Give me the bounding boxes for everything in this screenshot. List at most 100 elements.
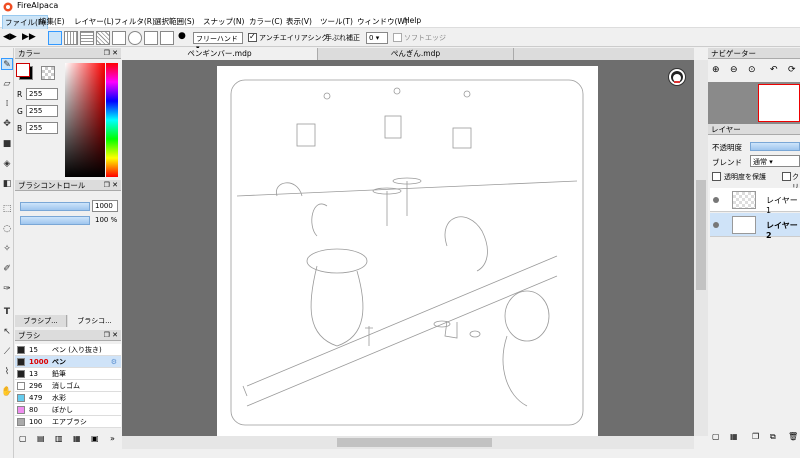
hand-tool-icon[interactable]: ✋ xyxy=(1,386,13,398)
soft-edge-checkbox[interactable] xyxy=(393,33,402,42)
green-value-input[interactable]: 255 xyxy=(26,105,58,117)
layer-opacity-slider[interactable] xyxy=(750,142,800,151)
pattern-square-button[interactable] xyxy=(160,31,174,45)
tab-penguin-bar[interactable]: ペンギンバー.mdp xyxy=(122,48,318,60)
lasso-tool-icon[interactable]: ◌ xyxy=(1,223,13,235)
clipping-checkbox[interactable] xyxy=(782,172,791,181)
operation-tool-icon[interactable]: ↖ xyxy=(1,326,13,338)
red-value-input[interactable]: 255 xyxy=(26,88,58,100)
select-pen-tool-icon[interactable]: ✐ xyxy=(1,263,13,275)
pattern-curve-button[interactable] xyxy=(112,31,126,45)
navigator-viewport-frame[interactable] xyxy=(758,84,800,122)
magic-wand-tool-icon[interactable]: ✧ xyxy=(1,243,13,255)
panel-float-close-icon[interactable]: ❐ ✕ xyxy=(104,330,118,341)
menu-item-2[interactable]: レイヤー(L) xyxy=(72,15,116,28)
menu-item-5[interactable]: スナップ(N) xyxy=(201,15,246,28)
blue-value-input[interactable]: 255 xyxy=(26,122,58,134)
brush-size-slider[interactable] xyxy=(20,202,90,211)
rotate-left-icon[interactable]: ↶ xyxy=(770,65,778,75)
eraser-tool-icon[interactable]: ▱ xyxy=(1,78,13,90)
panel-float-close-icon[interactable]: ❐ ✕ xyxy=(104,180,118,191)
zoom-fit-icon[interactable]: ⊙ xyxy=(748,65,756,75)
select-eraser-tool-icon[interactable]: ✑ xyxy=(1,283,13,295)
navigator-preview[interactable] xyxy=(708,82,800,124)
brush-settings-icon[interactable]: ⚙ xyxy=(111,356,117,368)
menu-item-4[interactable]: 選択範囲(S) xyxy=(152,15,197,28)
pattern-hatch-button[interactable] xyxy=(64,31,78,45)
pattern-diagonal-button[interactable] xyxy=(96,31,110,45)
stabilizer-select[interactable]: 0 ▾ xyxy=(366,32,388,44)
menu-item-10[interactable]: Help xyxy=(402,15,423,26)
toolbox: ✎ ▱ ⁞ ✥ ■ ◈ ◧ ⬚ ◌ ✧ ✐ ✑ T ↖ ⟋ ⌇ ✋ xyxy=(0,48,14,458)
horizontal-scroll-thumb[interactable] xyxy=(337,438,492,447)
new-layer-icon[interactable]: ▢ xyxy=(712,432,720,441)
brush-list-item[interactable]: 296 消しゴム xyxy=(15,380,121,392)
merge-layer-icon[interactable]: ⧉ xyxy=(770,432,776,442)
pattern-none-button[interactable] xyxy=(48,31,62,45)
antialias-checkbox[interactable]: ✓ xyxy=(248,32,257,42)
menu-item-1[interactable]: 編集(E) xyxy=(37,15,67,28)
zoom-in-icon[interactable]: ⊕ xyxy=(712,65,720,75)
brush-size-value: 80 xyxy=(29,406,38,414)
protect-alpha-checkbox[interactable] xyxy=(712,172,721,181)
select-tool-icon[interactable]: ⬚ xyxy=(1,203,13,215)
import-brush-icon[interactable]: ▥ xyxy=(55,434,63,443)
brush-list-item[interactable]: 100 エアブラシ xyxy=(15,416,121,428)
drawing-mode-select[interactable]: フリーハンド ▾ xyxy=(193,32,243,52)
vertical-scrollbar[interactable] xyxy=(694,60,708,436)
expand-icon[interactable]: » xyxy=(110,434,115,443)
pen-tool-icon[interactable]: ✎ xyxy=(1,58,13,70)
dot-tool-icon[interactable]: ⁞ xyxy=(1,98,13,110)
foreground-color-swatch[interactable] xyxy=(16,63,30,77)
gradient-tool-icon[interactable]: ◧ xyxy=(1,178,13,190)
tab-brush-property[interactable]: ブラシプ... xyxy=(15,315,67,327)
divide-tool-icon[interactable]: ⟋ xyxy=(1,346,13,358)
fill-tool-icon[interactable]: ■ xyxy=(1,138,13,150)
brush-list-item[interactable]: 15 ペン (入り抜き) xyxy=(15,344,121,356)
menu-item-7[interactable]: 表示(V) xyxy=(284,15,314,28)
panel-float-close-icon[interactable]: ❐ ✕ xyxy=(104,48,118,59)
transparent-color-swatch[interactable] xyxy=(41,66,55,80)
pattern-circle-button[interactable] xyxy=(128,31,142,45)
brush-list-item[interactable]: 80 ぼかし xyxy=(15,404,121,416)
bucket-tool-icon[interactable]: ◈ xyxy=(1,158,13,170)
next-arrow-icon[interactable]: ▶▶ xyxy=(22,32,36,42)
duplicate-layer-icon[interactable]: ❐ xyxy=(752,432,759,441)
prev-arrow-icon[interactable]: ◀▶ xyxy=(3,32,17,42)
brush-list-item[interactable]: 13 鉛筆 xyxy=(15,368,121,380)
horizontal-scrollbar[interactable] xyxy=(122,436,694,449)
brush-opacity-slider[interactable] xyxy=(20,216,90,225)
brush-list-item[interactable]: 1000 ペン ⚙ xyxy=(15,356,121,368)
pattern-corner-button[interactable] xyxy=(144,31,158,45)
layer-visibility-icon[interactable] xyxy=(713,197,719,203)
hue-slider[interactable] xyxy=(106,63,118,177)
layer-row[interactable]: レイヤー2 xyxy=(710,213,800,240)
brush-list-item[interactable]: 479 水彩 xyxy=(15,392,121,404)
saturation-value-picker[interactable] xyxy=(65,63,105,177)
layer-visibility-icon[interactable] xyxy=(713,222,719,228)
copy-brush-icon[interactable]: ▤ xyxy=(37,434,45,443)
toolbar: ◀▶ ▶▶ ● フリーハンド ▾ ✓ アンチエイリアシング 手ぶれ補正 0 ▾ … xyxy=(0,29,800,52)
rotate-reset-icon[interactable]: ⟳ xyxy=(788,65,796,75)
brush-size-input[interactable]: 1000 xyxy=(92,200,118,212)
text-tool-icon[interactable]: T xyxy=(1,306,13,318)
blend-mode-select[interactable]: 通常 ▾ xyxy=(750,155,800,167)
zoom-out-icon[interactable]: ⊖ xyxy=(730,65,738,75)
menu-item-6[interactable]: カラー(C) xyxy=(247,15,285,28)
menu-item-3[interactable]: フィルタ(R) xyxy=(112,15,157,28)
vertical-scroll-thumb[interactable] xyxy=(696,180,706,290)
menu-item-8[interactable]: ツール(T) xyxy=(318,15,355,28)
delete-layer-icon[interactable]: 🗑 xyxy=(788,432,798,441)
tab-penguin[interactable]: ぺんぎん.mdp xyxy=(318,48,514,60)
delete-brush-icon[interactable]: ▣ xyxy=(91,434,99,443)
eyedropper-tool-icon[interactable]: ⌇ xyxy=(1,366,13,378)
layer-row[interactable]: レイヤー1 xyxy=(710,188,800,215)
drawing-canvas[interactable] xyxy=(217,66,598,436)
pattern-grid-button[interactable] xyxy=(80,31,94,45)
transform-tool-icon[interactable]: ✥ xyxy=(1,118,13,130)
avatar-mascot-icon[interactable] xyxy=(668,68,686,86)
folder-brush-icon[interactable]: ▦ xyxy=(73,434,81,443)
tab-brush-control[interactable]: ブラシコ... xyxy=(68,315,121,327)
new-brush-icon[interactable]: ▢ xyxy=(19,434,27,443)
new-folder-icon[interactable]: ▦ xyxy=(730,432,738,441)
